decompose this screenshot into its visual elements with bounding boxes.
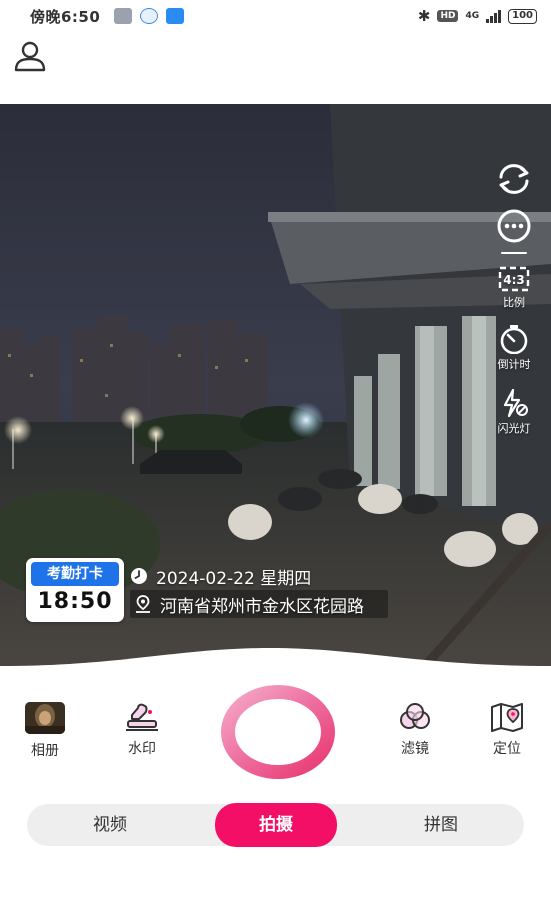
attendance-watermark[interactable]: 考勤打卡 18:50 2024-02-22 星期四 河南省郑州市金水区花园路 bbox=[26, 558, 388, 622]
clock-icon bbox=[131, 568, 147, 584]
flash-off-icon bbox=[503, 388, 528, 418]
battery-icon: 100 bbox=[508, 8, 537, 24]
side-toolbar: 4:3 比例 倒计时 闪光灯 bbox=[491, 162, 537, 436]
hd-badge: HD bbox=[437, 10, 459, 22]
timer-label: 倒计时 bbox=[497, 358, 531, 371]
camera-controls: 相册 水印 滤镜 定位 bbox=[0, 666, 551, 796]
location-label: 定位 bbox=[493, 741, 521, 757]
top-bar bbox=[0, 32, 551, 104]
filter-label: 滤镜 bbox=[401, 741, 429, 757]
filter-icon bbox=[400, 703, 430, 729]
flash-label: 闪光灯 bbox=[497, 422, 531, 435]
tab-collage[interactable]: 拼图 bbox=[358, 804, 524, 846]
network-type: 4G bbox=[465, 11, 480, 21]
watermark-label: 水印 bbox=[128, 741, 156, 757]
signal-icon bbox=[486, 9, 502, 23]
watermark-date: 2024-02-22 星期四 bbox=[156, 568, 312, 589]
timer-icon bbox=[500, 325, 528, 354]
album-label: 相册 bbox=[31, 743, 59, 759]
aspect-ratio-label: 比例 bbox=[503, 296, 525, 309]
status-right: ✱ HD 4G 100 bbox=[418, 7, 537, 25]
wave-divider bbox=[0, 648, 551, 670]
watermark-time: 18:50 bbox=[37, 589, 113, 614]
album-thumbnail bbox=[25, 702, 65, 734]
status-bar: 傍晚6:50 ✱ HD 4G 100 bbox=[0, 0, 551, 32]
tab-video[interactable]: 视频 bbox=[27, 804, 193, 846]
album-button[interactable]: 相册 bbox=[25, 702, 65, 760]
aspect-ratio-value: 4:3 bbox=[503, 273, 525, 287]
location-pin-icon bbox=[136, 595, 150, 613]
notification-icons bbox=[114, 8, 185, 24]
tab-photo[interactable]: 拍摄 bbox=[215, 803, 337, 847]
shutter-button[interactable] bbox=[219, 685, 337, 779]
watermark-title: 考勤打卡 bbox=[31, 562, 119, 586]
flash-button[interactable]: 闪光灯 bbox=[498, 388, 531, 436]
browser-notification-icon bbox=[140, 8, 159, 24]
watermark-location-row: 河南省郑州市金水区花园路 bbox=[130, 590, 388, 618]
more-icon bbox=[497, 209, 531, 243]
watermark-date-row: 2024-02-22 星期四 bbox=[130, 562, 388, 590]
status-time: 傍晚6:50 bbox=[30, 7, 101, 26]
upload-notification-icon bbox=[166, 8, 185, 24]
user-icon[interactable] bbox=[12, 38, 48, 74]
filter-button[interactable]: 滤镜 bbox=[397, 702, 433, 758]
watermark-icon bbox=[126, 703, 158, 731]
bluetooth-icon: ✱ bbox=[417, 7, 431, 25]
timer-button[interactable]: 倒计时 bbox=[498, 324, 531, 372]
switch-camera-icon bbox=[499, 164, 529, 194]
watermark-info: 2024-02-22 星期四 河南省郑州市金水区花园路 bbox=[130, 558, 388, 622]
more-button[interactable] bbox=[496, 208, 532, 244]
location-button[interactable]: 定位 bbox=[489, 702, 525, 758]
switch-camera-button[interactable] bbox=[495, 162, 533, 196]
watermark-location: 河南省郑州市金水区花园路 bbox=[160, 596, 364, 617]
mode-tab-bar: 视频 拍摄 拼图 bbox=[27, 803, 524, 847]
app-notification-icon bbox=[114, 8, 133, 24]
shutter-ring-icon bbox=[221, 685, 335, 779]
aspect-ratio-icon: 4:3 bbox=[498, 266, 530, 292]
watermark-button[interactable]: 水印 bbox=[124, 702, 160, 758]
camera-viewfinder[interactable]: 4:3 比例 倒计时 闪光灯 考勤打卡 18:50 2024-02-22 星期四… bbox=[0, 104, 551, 666]
map-location-icon bbox=[491, 703, 523, 732]
toolbar-divider bbox=[501, 252, 527, 254]
aspect-ratio-button[interactable]: 4:3 比例 bbox=[498, 266, 530, 310]
watermark-card: 考勤打卡 18:50 bbox=[26, 558, 124, 622]
